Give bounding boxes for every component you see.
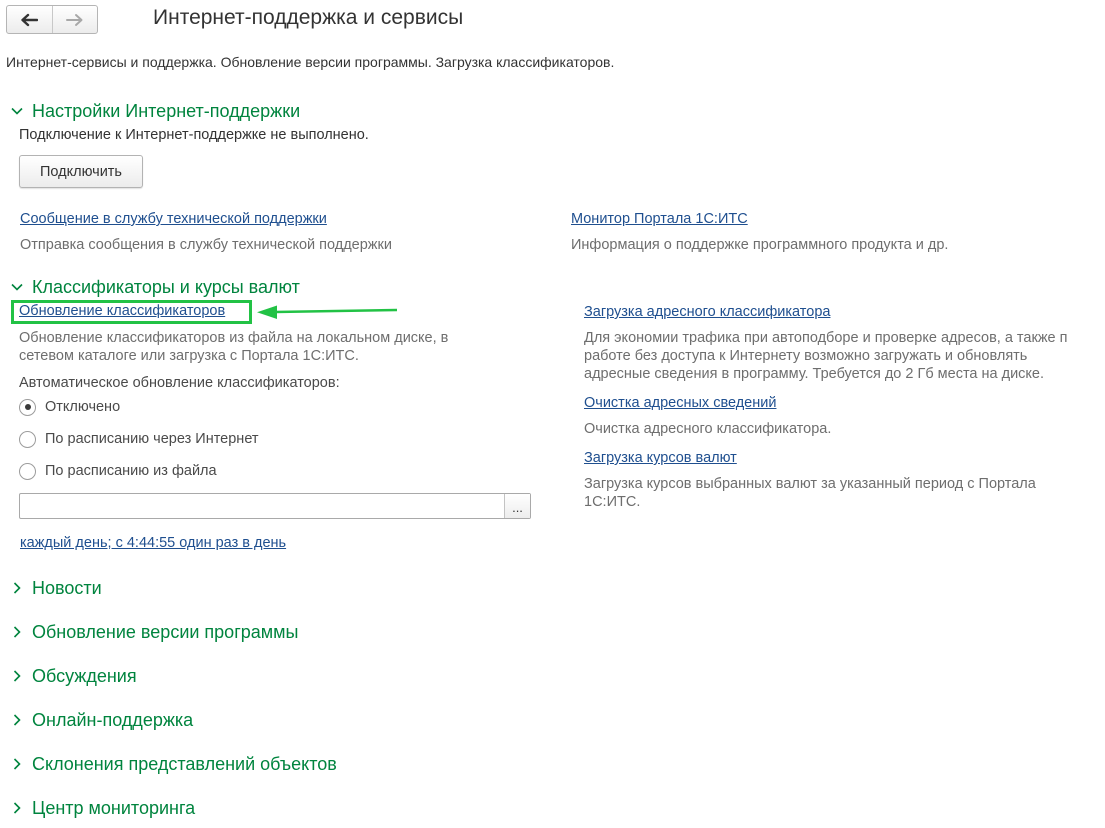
section-news[interactable]: Новости [10, 576, 102, 600]
forward-button[interactable] [51, 6, 98, 33]
chevron-right-icon [13, 802, 21, 814]
section-classifiers[interactable]: Классификаторы и курсы валют [10, 275, 300, 299]
page-description: Интернет-сервисы и поддержка. Обновление… [6, 54, 615, 70]
auto-update-label: Автоматическое обновление классификаторо… [19, 375, 340, 391]
section-monitoring-center[interactable]: Центр мониторинга [10, 796, 195, 820]
navigation-buttons [6, 5, 98, 34]
clear-address-link[interactable]: Очистка адресных сведений [584, 395, 776, 411]
section-online-support[interactable]: Онлайн-поддержка [10, 708, 193, 732]
currency-rates-hint-1: Загрузка курсов выбранных валют за указа… [584, 476, 1036, 492]
pointer-arrow-icon [257, 305, 398, 319]
browse-button[interactable]: ... [504, 494, 530, 518]
section-title: Обновление версии программы [32, 621, 299, 642]
connection-status: Подключение к Интернет-поддержке не выпо… [19, 127, 369, 143]
section-title: Онлайн-поддержка [32, 709, 194, 730]
radio-label: По расписанию из файла [45, 463, 217, 479]
update-classifiers-link[interactable]: Обновление классификаторов [19, 303, 225, 319]
section-title: Новости [32, 577, 102, 598]
radio-button-selected[interactable] [19, 398, 36, 416]
section-title: Обсуждения [32, 665, 137, 686]
back-button[interactable] [7, 6, 52, 33]
clear-address-hint: Очистка адресного классификатора. [584, 421, 832, 437]
chevron-right-icon [13, 670, 21, 682]
chevron-right-icon [13, 626, 21, 638]
section-program-update[interactable]: Обновление версии программы [10, 620, 298, 644]
update-classifiers-hint-2: сетевом каталоге или загрузка с Портала … [19, 348, 359, 364]
currency-rates-hint-2: 1С:ИТС. [584, 494, 641, 510]
section-declensions[interactable]: Склонения представлений объектов [10, 752, 337, 776]
support-message-link[interactable]: Сообщение в службу технической поддержки [20, 211, 327, 227]
arrow-right-icon [65, 13, 83, 26]
schedule-link[interactable]: каждый день; с 4:44:55 один раз в день [20, 535, 286, 551]
connect-button[interactable]: Подключить [19, 155, 143, 188]
currency-rates-link[interactable]: Загрузка курсов валют [584, 450, 737, 466]
its-monitor-link[interactable]: Монитор Портала 1С:ИТС [571, 211, 748, 227]
radio-schedule-file[interactable]: По расписанию из файла [19, 461, 217, 481]
section-title: Склонения представлений объектов [32, 753, 337, 774]
update-classifiers-hint-1: Обновление классификаторов из файла на л… [19, 330, 449, 346]
chevron-down-icon [11, 107, 23, 115]
radio-button[interactable] [19, 430, 36, 448]
address-classifier-hint-1: Для экономии трафика при автоподборе и п… [584, 330, 1068, 346]
radio-button[interactable] [19, 462, 36, 480]
address-classifier-hint-3: адресные сведения в программу. Требуется… [584, 366, 1045, 382]
section-title: Центр мониторинга [32, 797, 196, 818]
address-classifier-link[interactable]: Загрузка адресного классификатора [584, 304, 830, 320]
arrow-left-icon [21, 13, 39, 26]
support-message-hint: Отправка сообщения в службу технической … [20, 237, 392, 253]
section-title: Настройки Интернет-поддержки [32, 100, 301, 121]
chevron-down-icon [11, 283, 23, 291]
radio-label: Отключено [45, 399, 121, 415]
chevron-right-icon [13, 758, 21, 770]
radio-schedule-internet[interactable]: По расписанию через Интернет [19, 429, 259, 449]
radio-label: По расписанию через Интернет [45, 431, 259, 447]
its-monitor-hint: Информация о поддержке программного прод… [571, 237, 949, 253]
radio-disabled[interactable]: Отключено [19, 397, 120, 417]
chevron-right-icon [13, 714, 21, 726]
section-support-settings[interactable]: Настройки Интернет-поддержки [10, 99, 300, 123]
file-path-input[interactable]: ... [19, 493, 531, 519]
window-title: Интернет-поддержка и сервисы [153, 6, 464, 29]
section-title: Классификаторы и курсы валют [32, 276, 300, 297]
chevron-right-icon [13, 582, 21, 594]
section-discussions[interactable]: Обсуждения [10, 664, 137, 688]
address-classifier-hint-2: работе без доступа к Интернету возможно … [584, 348, 1028, 364]
